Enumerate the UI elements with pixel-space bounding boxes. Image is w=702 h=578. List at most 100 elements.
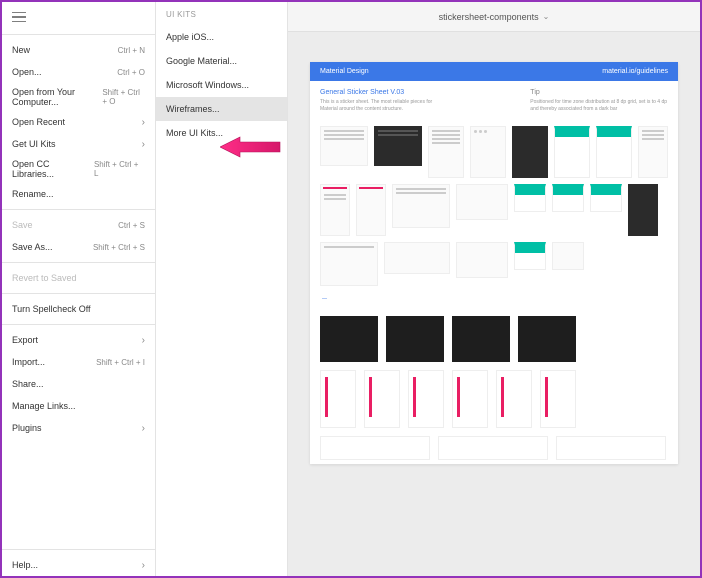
- thumb[interactable]: [554, 126, 590, 178]
- thumb[interactable]: [320, 184, 350, 236]
- menu-shortcut: Shift + Ctrl + L: [94, 160, 145, 178]
- menu-plugins[interactable]: Plugins ›: [2, 417, 155, 439]
- sheet-meta-sub: This is a sticker sheet. The most reliab…: [320, 99, 440, 112]
- thumb[interactable]: [452, 370, 488, 428]
- menu-get-ui-kits[interactable]: Get UI Kits ›: [2, 133, 155, 155]
- menu-export[interactable]: Export ›: [2, 329, 155, 351]
- thumb[interactable]: [438, 436, 548, 460]
- doc-title-text: stickersheet-components: [439, 12, 539, 22]
- menu-shortcut: Ctrl + O: [117, 68, 145, 77]
- thumb[interactable]: [408, 370, 444, 428]
- menu-share[interactable]: Share...: [2, 373, 155, 395]
- menu-new[interactable]: New Ctrl + N: [2, 39, 155, 61]
- chevron-right-icon: ›: [142, 335, 145, 346]
- thumb[interactable]: [320, 316, 378, 362]
- sheet-meta: General Sticker Sheet V.03 This is a sti…: [310, 81, 678, 120]
- thumb[interactable]: [374, 126, 422, 166]
- menu-shortcut: Ctrl + N: [118, 46, 145, 55]
- hamburger-icon[interactable]: [2, 8, 155, 30]
- thumb[interactable]: [496, 370, 532, 428]
- sticker-sheet-artboard[interactable]: Material Design material.io/guidelines G…: [310, 62, 678, 464]
- chevron-right-icon: ›: [142, 423, 145, 434]
- sheet-meta-title: General Sticker Sheet V.03: [320, 89, 440, 96]
- uikit-microsoft-windows[interactable]: Microsoft Windows...: [156, 73, 287, 97]
- menu-label: Plugins: [12, 423, 42, 433]
- menu-open-recent[interactable]: Open Recent ›: [2, 111, 155, 133]
- menu-label: Revert to Saved: [12, 273, 77, 283]
- component-row: [310, 432, 678, 464]
- menu-label: Open CC Libraries...: [12, 159, 94, 179]
- section-label: —: [322, 296, 668, 302]
- submenu-header: UI KITS: [156, 2, 287, 25]
- thumb[interactable]: [320, 242, 378, 286]
- menu-manage-links[interactable]: Manage Links...: [2, 395, 155, 417]
- sheet-bar-right: material.io/guidelines: [602, 68, 668, 75]
- menu-revert: Revert to Saved: [2, 267, 155, 289]
- menu-label: Open from Your Computer...: [12, 87, 102, 107]
- chevron-down-icon: ⌄: [543, 12, 550, 21]
- thumb[interactable]: [320, 436, 430, 460]
- sheet-tip-title: Tip: [530, 89, 668, 96]
- canvas-body[interactable]: Material Design material.io/guidelines G…: [288, 32, 700, 576]
- thumb[interactable]: [552, 242, 584, 270]
- thumb[interactable]: [456, 184, 508, 220]
- thumb[interactable]: [540, 370, 576, 428]
- menu-spellcheck[interactable]: Turn Spellcheck Off: [2, 298, 155, 320]
- thumb[interactable]: [590, 184, 622, 212]
- menu-open-computer[interactable]: Open from Your Computer... Shift + Ctrl …: [2, 83, 155, 111]
- divider: [2, 549, 155, 550]
- canvas-area: stickersheet-components ⌄ Material Desig…: [288, 2, 700, 576]
- component-row: [310, 366, 678, 432]
- thumb[interactable]: [392, 184, 450, 228]
- menu-rename[interactable]: Rename...: [2, 183, 155, 205]
- menu-label: Get UI Kits: [12, 139, 56, 149]
- thumb[interactable]: [552, 184, 584, 212]
- thumb[interactable]: [514, 184, 546, 212]
- uikit-google-material[interactable]: Google Material...: [156, 49, 287, 73]
- thumb[interactable]: [512, 126, 548, 178]
- thumb[interactable]: [470, 126, 506, 178]
- divider: [2, 262, 155, 263]
- thumb[interactable]: [518, 316, 576, 362]
- thumb[interactable]: [320, 370, 356, 428]
- component-row: [310, 312, 678, 366]
- menu-save-as[interactable]: Save As... Shift + Ctrl + S: [2, 236, 155, 258]
- component-thumbnails: —: [310, 120, 678, 312]
- thumb[interactable]: [452, 316, 510, 362]
- menu-label: Save As...: [12, 242, 53, 252]
- thumb[interactable]: [384, 242, 450, 274]
- sheet-tip-sub: Positioned for time zone distribution at…: [530, 99, 668, 112]
- sheet-title-bar: Material Design material.io/guidelines: [310, 62, 678, 81]
- divider: [2, 324, 155, 325]
- uikit-wireframes[interactable]: Wireframes...: [156, 97, 287, 121]
- document-title-dropdown[interactable]: stickersheet-components ⌄: [439, 12, 550, 22]
- thumb[interactable]: [628, 184, 658, 236]
- sheet-bar-left: Material Design: [320, 68, 369, 75]
- thumb[interactable]: [638, 126, 668, 178]
- uikit-apple-ios[interactable]: Apple iOS...: [156, 25, 287, 49]
- menu-open-cc-libraries[interactable]: Open CC Libraries... Shift + Ctrl + L: [2, 155, 155, 183]
- thumb[interactable]: [514, 242, 546, 270]
- thumb[interactable]: [386, 316, 444, 362]
- menu-label: New: [12, 45, 30, 55]
- thumb[interactable]: [556, 436, 666, 460]
- menu-label: Export: [12, 335, 38, 345]
- thumb[interactable]: [320, 126, 368, 166]
- menu-label: Turn Spellcheck Off: [12, 304, 91, 314]
- menu-label: Help...: [12, 560, 38, 570]
- menu-help[interactable]: Help... ›: [2, 554, 155, 576]
- thumb[interactable]: [364, 370, 400, 428]
- menu-label: Open...: [12, 67, 42, 77]
- menu-save: Save Ctrl + S: [2, 214, 155, 236]
- thumb[interactable]: [456, 242, 508, 278]
- menu-label: Import...: [12, 357, 45, 367]
- uikit-more[interactable]: More UI Kits...: [156, 121, 287, 145]
- thumb[interactable]: [596, 126, 632, 178]
- thumb[interactable]: [356, 184, 386, 236]
- thumb[interactable]: [428, 126, 464, 178]
- menu-open[interactable]: Open... Ctrl + O: [2, 61, 155, 83]
- menu-shortcut: Ctrl + S: [118, 221, 145, 230]
- menu-label: Save: [12, 220, 33, 230]
- menu-import[interactable]: Import... Shift + Ctrl + I: [2, 351, 155, 373]
- file-menu-panel: New Ctrl + N Open... Ctrl + O Open from …: [2, 2, 156, 576]
